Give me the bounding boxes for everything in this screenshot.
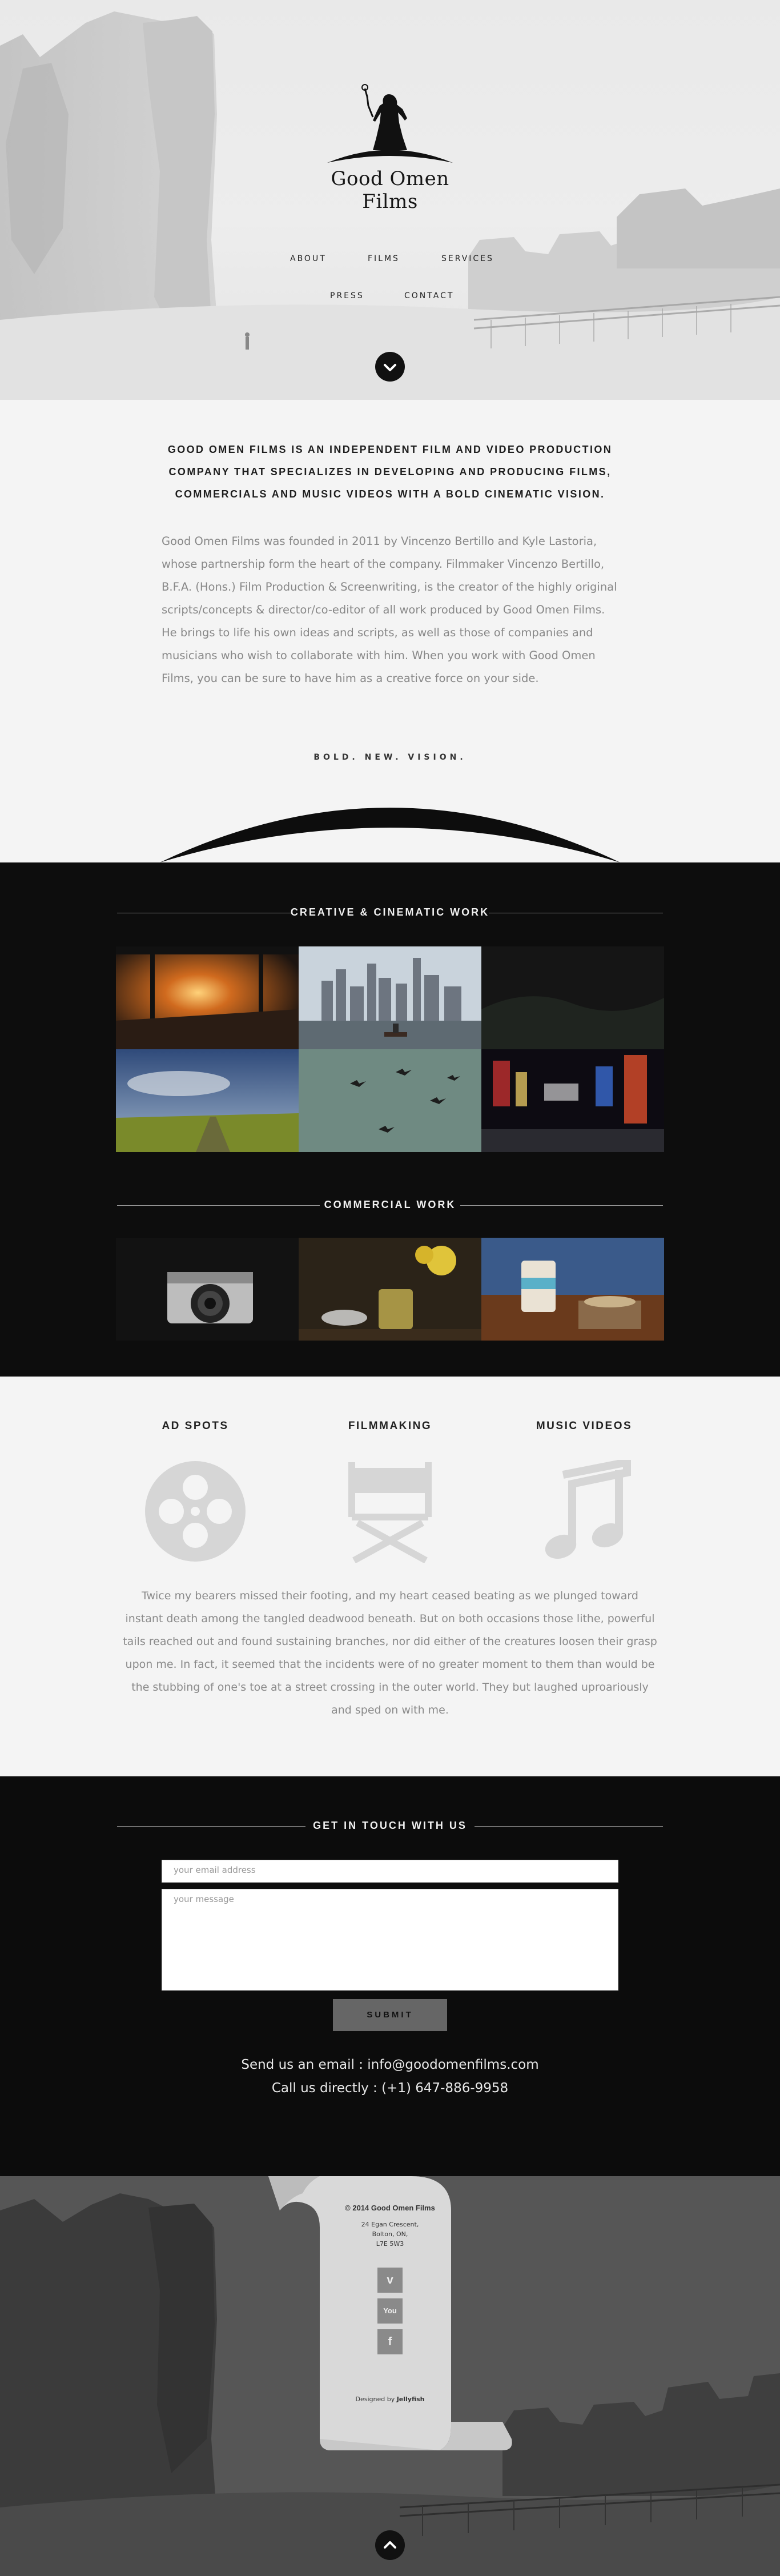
footer-credit: Designed by Jellyfish [333, 2396, 447, 2403]
contact-phone-line: Call us directly : (+1) 647-886-9958 [271, 2081, 509, 2096]
service-filmmaking-title: FILMMAKING [348, 1420, 432, 1432]
film-thumbnail-sunset-window[interactable] [116, 946, 299, 1049]
services-description: Twice my bearers missed their footing, a… [123, 1590, 657, 1716]
footer-address-line1: 24 Egan Crescent, [361, 2221, 419, 2228]
brand-logo[interactable]: Good Omen Films [304, 83, 476, 213]
message-field[interactable]: your message [162, 1889, 618, 1991]
creative-work-title: CREATIVE & CINEMATIC WORK [290, 906, 490, 918]
service-ad-spots-title: AD SPOTS [162, 1420, 229, 1432]
chevron-down-icon [384, 364, 396, 371]
about-body: Good Omen Films was founded in 2011 by V… [162, 535, 617, 685]
facebook-icon[interactable]: f [377, 2329, 403, 2354]
designer-link[interactable]: Jellyfish [397, 2396, 425, 2403]
contact-title: GET IN TOUCH WITH US [313, 1820, 467, 1831]
nav-films[interactable]: FILMS [368, 254, 400, 263]
chevron-up-icon [384, 2541, 396, 2549]
nav-press[interactable]: PRESS [330, 291, 364, 300]
footer-credit-prefix: Designed by [355, 2396, 397, 2403]
commercial-thumbnail-coffee[interactable] [481, 1238, 664, 1341]
footer-address-line3: L7E 5W3 [376, 2240, 404, 2248]
music-note-icon [545, 1460, 631, 1559]
decorative-arc [160, 808, 620, 862]
scroll-down-button[interactable] [375, 352, 405, 382]
divider-line [475, 1826, 663, 1827]
film-thumbnail-field-sky[interactable] [116, 1049, 299, 1152]
film-thumbnail-night-city[interactable] [481, 1049, 664, 1152]
back-to-top-button[interactable] [375, 2530, 405, 2560]
nav-contact[interactable]: CONTACT [404, 291, 454, 300]
commercial-thumbnail-tea[interactable] [299, 1238, 481, 1341]
omen-figure-icon [327, 84, 453, 163]
divider-line [460, 1205, 663, 1206]
footer-section: © 2014 Good Omen Films 24 Egan Crescent,… [0, 2176, 780, 2576]
footer-copyright: © 2014 Good Omen Films [345, 2204, 435, 2212]
film-thumbnail-city-skyline[interactable] [299, 946, 481, 1049]
film-thumbnail-birds[interactable] [299, 1049, 481, 1152]
commercial-thumbnail-camera[interactable] [116, 1238, 299, 1341]
youtube-icon[interactable]: You [377, 2298, 403, 2324]
brand-name: Good Omen Films [331, 167, 449, 213]
contact-email-line: Send us an email : info@goodomenfilms.co… [241, 2057, 539, 2072]
footer-address-line2: Bolton, ON, [372, 2230, 408, 2238]
film-thumbnail-dark-hills[interactable] [481, 946, 664, 1049]
hero-section: Good Omen Films ABOUT FILMS SERVICES PRE… [0, 0, 780, 400]
commercial-work-title: COMMERCIAL WORK [324, 1199, 456, 1210]
submit-button[interactable]: SUBMIT [333, 1999, 447, 2031]
service-music-videos-title: MUSIC VIDEOS [536, 1420, 633, 1432]
email-field[interactable]: your email address [162, 1860, 618, 1883]
directors-chair-icon [348, 1462, 432, 1563]
vimeo-icon[interactable]: v [377, 2268, 403, 2293]
tagline: BOLD. NEW. VISION. [313, 753, 467, 762]
film-reel-icon [145, 1461, 246, 1562]
nav-about[interactable]: ABOUT [290, 254, 327, 263]
about-lead: GOOD OMEN FILMS IS AN INDEPENDENT FILM A… [167, 444, 613, 500]
nav-services[interactable]: SERVICES [441, 254, 494, 263]
